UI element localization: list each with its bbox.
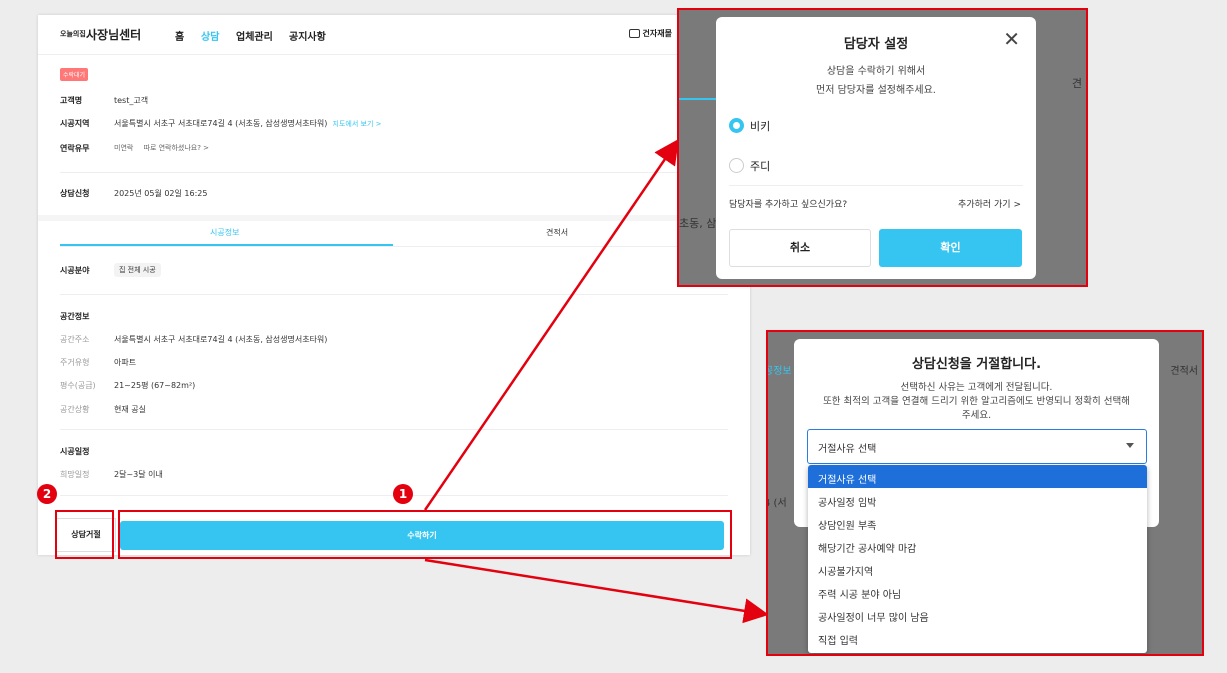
manager-desc-2: 먼저 담당자를 설정해주세요. <box>816 85 936 96</box>
manager-title: 담당자 설정 <box>843 37 909 52</box>
reject-dialog-screenshot: 공정보 견적서 4 (서 상담신청을 거절합니다. 선택하신 사유는 고객에게 … <box>766 330 1204 656</box>
manager-modal: 담당자 설정 ✕ 상담을 수락하기 위해서 먼저 담당자를 설정해주세요. 비키… <box>716 17 1036 279</box>
reject-title: 상담신청을 거절합니다. <box>911 357 1042 372</box>
bg-tab-left: 공정보 <box>766 366 792 377</box>
add-question: 담당자를 추가하고 싶으신가요? <box>729 200 848 210</box>
reason-option[interactable]: 공사일정 임박 <box>808 488 1147 511</box>
reason-option[interactable]: 공사일정이 너무 많이 남음 <box>808 603 1147 626</box>
reject-desc-1: 선택하신 사유는 고객에게 전달됩니다. <box>900 382 1053 393</box>
manager-desc-1: 상담을 수락하기 위해서 <box>826 66 926 77</box>
radio-option-1[interactable] <box>729 118 744 133</box>
radio-option-2[interactable] <box>729 158 744 173</box>
reason-dropdown-list: 거절사유 선택 공사일정 임박 상담인원 부족 해당기간 공사예약 마감 시공불… <box>808 465 1147 653</box>
reason-select[interactable]: 거절사유 선택 <box>807 429 1147 464</box>
radio-option-2-label: 주디 <box>750 160 771 173</box>
radio-dot <box>733 122 740 129</box>
add-link[interactable]: 추가하러 가기 > <box>958 197 1021 210</box>
bg-tab-text: 견 <box>1071 77 1082 90</box>
bg-tab-indicator <box>679 98 716 100</box>
reject-desc-3: 주세요. <box>961 410 992 421</box>
reason-option[interactable]: 주력 시공 분야 아님 <box>808 580 1147 603</box>
divider <box>729 185 1023 186</box>
arrow-to-manager-dialog <box>423 138 679 511</box>
arrow-to-reject-dialog <box>424 558 769 624</box>
reject-desc-2: 또한 최적의 고객을 연결해 드리기 위한 알고리즘에도 반영되니 정확히 선택… <box>823 396 1130 407</box>
reason-option[interactable]: 상담인원 부족 <box>808 511 1147 534</box>
reason-option[interactable]: 직접 입력 <box>808 626 1147 649</box>
reason-option[interactable]: 거절사유 선택 <box>808 465 1147 488</box>
bg-text: 4 (서 <box>766 498 787 509</box>
close-icon[interactable]: ✕ <box>1003 27 1020 51</box>
confirm-button[interactable]: 확인 <box>879 229 1022 267</box>
cancel-button[interactable]: 취소 <box>729 229 871 267</box>
manager-dialog-screenshot: 견 초동, 삼성 담당자 설정 ✕ 상담을 수락하기 위해서 먼저 담당자를 설… <box>677 8 1088 287</box>
chevron-down-icon <box>1126 443 1134 448</box>
reason-option[interactable]: 시공불가지역 <box>808 557 1147 580</box>
reason-option[interactable]: 해당기간 공사예약 마감 <box>808 534 1147 557</box>
radio-option-1-label: 비키 <box>750 120 771 133</box>
reason-select-value: 거절사유 선택 <box>818 444 877 455</box>
bg-tab-right: 견적서 <box>1170 366 1198 377</box>
